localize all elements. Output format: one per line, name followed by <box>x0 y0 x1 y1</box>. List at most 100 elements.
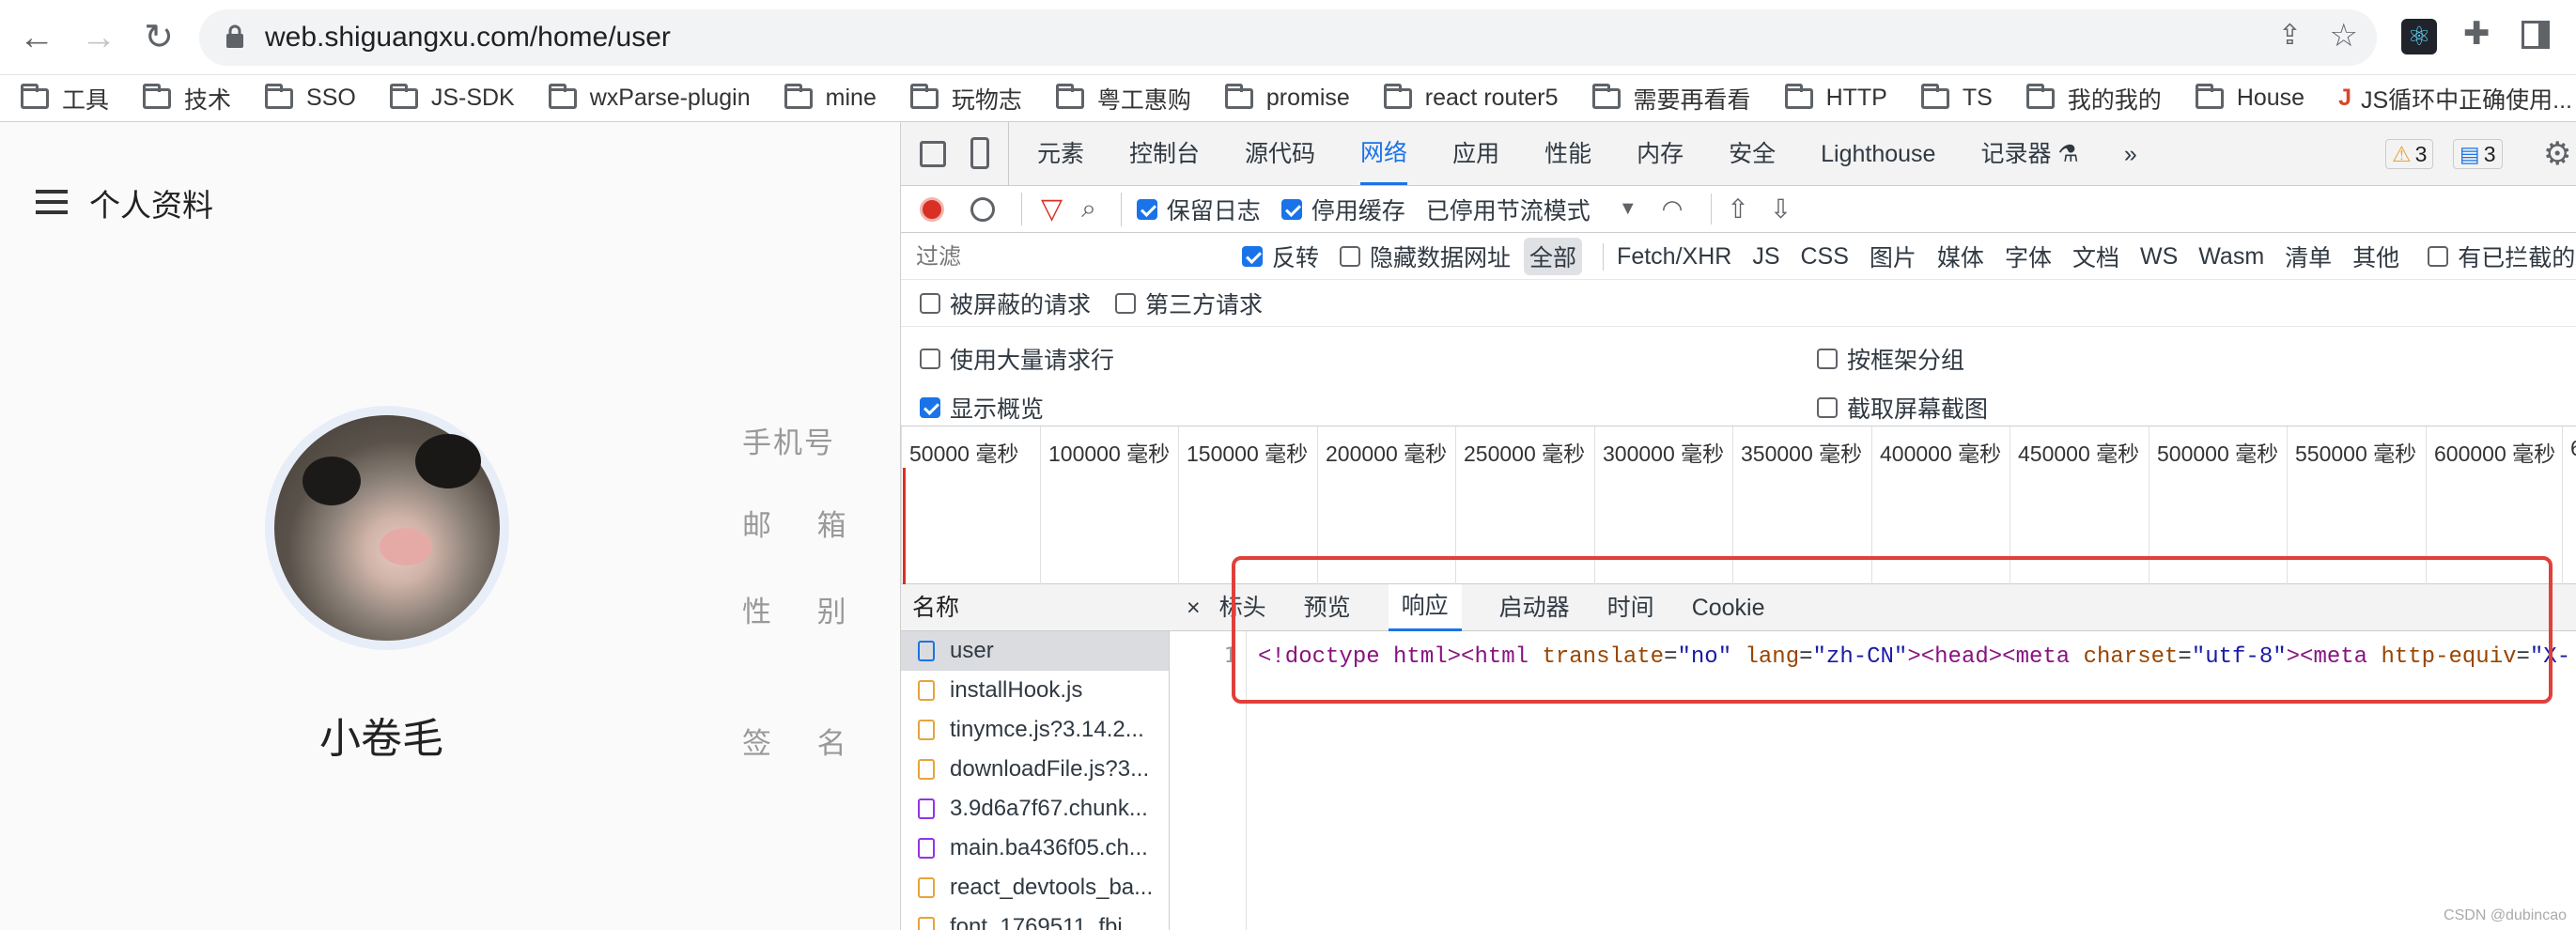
inspect-element-icon[interactable] <box>920 141 946 167</box>
request-row[interactable]: 3.9d6a7f67.chunk... <box>901 789 1169 829</box>
request-row[interactable]: installHook.js <box>901 671 1169 710</box>
stylesheet-icon <box>918 838 935 859</box>
extensions-icon[interactable]: ✚ <box>2463 15 2491 53</box>
tab-network[interactable]: 网络 <box>1360 124 1408 185</box>
search-icon[interactable]: ⌕ <box>1081 194 1096 225</box>
request-row[interactable]: user <box>901 631 1169 671</box>
bookmark-label: House <box>2236 85 2305 111</box>
bookmark-folder[interactable]: react router5 <box>1383 83 1559 112</box>
network-conditions-icon[interactable]: ◠ <box>1662 194 1684 224</box>
side-panel-icon[interactable] <box>2522 21 2550 49</box>
large-rows-checkbox[interactable]: 使用大量请求行 <box>920 342 1114 376</box>
tab-sources[interactable]: 源代码 <box>1245 122 1315 186</box>
bookmark-folder[interactable]: 工具 <box>21 82 109 116</box>
tab-application[interactable]: 应用 <box>1452 122 1499 186</box>
clear-icon[interactable] <box>970 196 995 222</box>
filter-type-js[interactable]: JS <box>1752 243 1779 271</box>
bookmark-label: 工具 <box>62 86 110 114</box>
avatar[interactable] <box>274 415 500 641</box>
filter-type-font[interactable]: 字体 <box>2005 240 2052 273</box>
filter-type-fetch-xhr[interactable]: Fetch/XHR <box>1603 242 1731 271</box>
checkbox-checked[interactable] <box>1280 198 1302 220</box>
forward-icon[interactable]: → <box>75 0 122 75</box>
timeline-load-marker <box>903 468 906 584</box>
blocked-requests-checkbox[interactable]: 被屏蔽的请求 <box>920 287 1091 320</box>
record-icon[interactable] <box>920 196 944 222</box>
checkbox-unchecked[interactable] <box>920 349 940 369</box>
checkbox-unchecked[interactable] <box>1340 246 1361 267</box>
bookmark-folder[interactable]: 粤工惠购 <box>1055 82 1191 116</box>
bookmark-folder[interactable]: TS <box>1920 83 1993 112</box>
request-row[interactable]: tinymce.js?3.14.2... <box>901 710 1169 750</box>
filter-type-all[interactable]: 全部 <box>1524 238 1583 275</box>
share-icon[interactable]: ⇪ <box>2278 19 2302 52</box>
import-har-icon[interactable]: ⇧ <box>1711 194 1749 225</box>
hamburger-menu-icon[interactable] <box>36 190 68 214</box>
tab-security[interactable]: 安全 <box>1729 122 1776 186</box>
bookmark-folder[interactable]: 需要再看看 <box>1591 82 1751 116</box>
bookmark-folder[interactable]: promise <box>1224 83 1350 112</box>
filter-type-img[interactable]: 图片 <box>1870 240 1916 273</box>
filter-type-css[interactable]: CSS <box>1801 243 1849 271</box>
tab-performance[interactable]: 性能 <box>1544 122 1591 186</box>
group-by-frame-checkbox[interactable]: 按框架分组 <box>1817 342 1964 376</box>
checkbox-unchecked[interactable] <box>1817 397 1838 418</box>
checkbox-checked[interactable] <box>1242 246 1263 267</box>
disable-cache-checkbox[interactable]: 停用缓存 <box>1280 193 1405 226</box>
bookmark-folder[interactable]: 玩物志 <box>909 82 1022 116</box>
bookmark-folder[interactable]: mine <box>784 83 877 112</box>
export-har-icon[interactable]: ⇩ <box>1770 194 1792 225</box>
capture-screenshots-checkbox[interactable]: 截取屏幕截图 <box>1817 391 1988 425</box>
tab-elements[interactable]: 元素 <box>1037 122 1084 186</box>
tab-console[interactable]: 控制台 <box>1129 122 1200 186</box>
bookmark-folder[interactable]: JS-SDK <box>389 83 515 112</box>
request-row[interactable]: main.ba436f05.ch... <box>901 829 1169 868</box>
request-row[interactable]: downloadFile.js?3... <box>901 750 1169 789</box>
preserve-log-checkbox[interactable]: 保留日志 <box>1120 192 1261 226</box>
filter-funnel-icon[interactable]: ▽ <box>1021 193 1063 225</box>
filter-type-ws[interactable]: WS <box>2140 243 2178 271</box>
tab-lighthouse[interactable]: Lighthouse <box>1821 122 1935 186</box>
checkbox-checked[interactable] <box>1136 198 1157 220</box>
checkbox-unchecked[interactable] <box>1115 292 1137 314</box>
filter-type-doc[interactable]: 文档 <box>2072 240 2119 273</box>
device-toolbar-icon[interactable] <box>970 137 989 169</box>
request-row[interactable]: font_1769511_fbi... <box>901 907 1169 930</box>
blocked-cookies-checkbox[interactable]: 有已拦截的 Cookie <box>2428 240 2576 273</box>
warnings-badge[interactable]: ⚠ 3 <box>2385 139 2434 169</box>
request-row[interactable]: react_devtools_ba... <box>901 868 1169 907</box>
filter-type-other[interactable]: 其他 <box>2352 240 2399 273</box>
tab-recorder[interactable]: 记录器 ⚗ <box>1980 122 2078 186</box>
show-overview-checkbox[interactable]: 显示概览 <box>920 391 1044 425</box>
checkbox-checked[interactable] <box>920 397 940 418</box>
close-detail-icon[interactable]: × <box>1187 584 1201 631</box>
hide-data-urls-checkbox[interactable]: 隐藏数据网址 <box>1340 240 1511 273</box>
messages-badge[interactable]: ▤ 3 <box>2453 139 2503 169</box>
filter-type-manifest[interactable]: 清单 <box>2285 240 2332 273</box>
bookmark-folder[interactable]: HTTP <box>1784 83 1887 112</box>
bookmark-folder[interactable]: SSO <box>265 83 356 112</box>
react-devtools-extension-icon[interactable]: ⚛ <box>2401 19 2437 54</box>
filter-type-wasm[interactable]: Wasm <box>2198 243 2264 271</box>
address-bar[interactable]: web.shiguangxu.com/home/user ⇪ ☆ <box>199 9 2377 66</box>
bookmark-link[interactable]: J JS循环中正确使用... <box>2338 82 2572 116</box>
bookmark-folder[interactable]: 我的我的 <box>2025 82 2162 116</box>
bookmark-folder[interactable]: 技术 <box>143 82 231 116</box>
throttling-select[interactable]: 已停用节流模式 ▼ <box>1426 193 1637 226</box>
third-party-checkbox[interactable]: 第三方请求 <box>1115 287 1263 320</box>
settings-gear-icon[interactable]: ⚙ <box>2543 135 2571 173</box>
bookmark-folder[interactable]: House <box>2195 83 2305 112</box>
back-icon[interactable]: ← <box>13 0 60 75</box>
invert-checkbox[interactable]: 反转 <box>1242 240 1319 273</box>
checkbox-unchecked[interactable] <box>2428 246 2449 267</box>
more-tabs-icon[interactable]: » <box>2124 122 2137 186</box>
checkbox-unchecked[interactable] <box>1817 349 1838 369</box>
name-column-header[interactable]: 名称 <box>901 584 1170 631</box>
filter-type-media[interactable]: 媒体 <box>1937 240 1984 273</box>
tab-memory[interactable]: 内存 <box>1637 122 1684 186</box>
bookmark-star-icon[interactable]: ☆ <box>2330 17 2358 54</box>
filter-input[interactable] <box>910 240 1178 274</box>
reload-icon[interactable]: ↻ <box>135 0 182 75</box>
checkbox-unchecked[interactable] <box>920 292 940 314</box>
bookmark-folder[interactable]: wxParse-plugin <box>548 83 751 112</box>
